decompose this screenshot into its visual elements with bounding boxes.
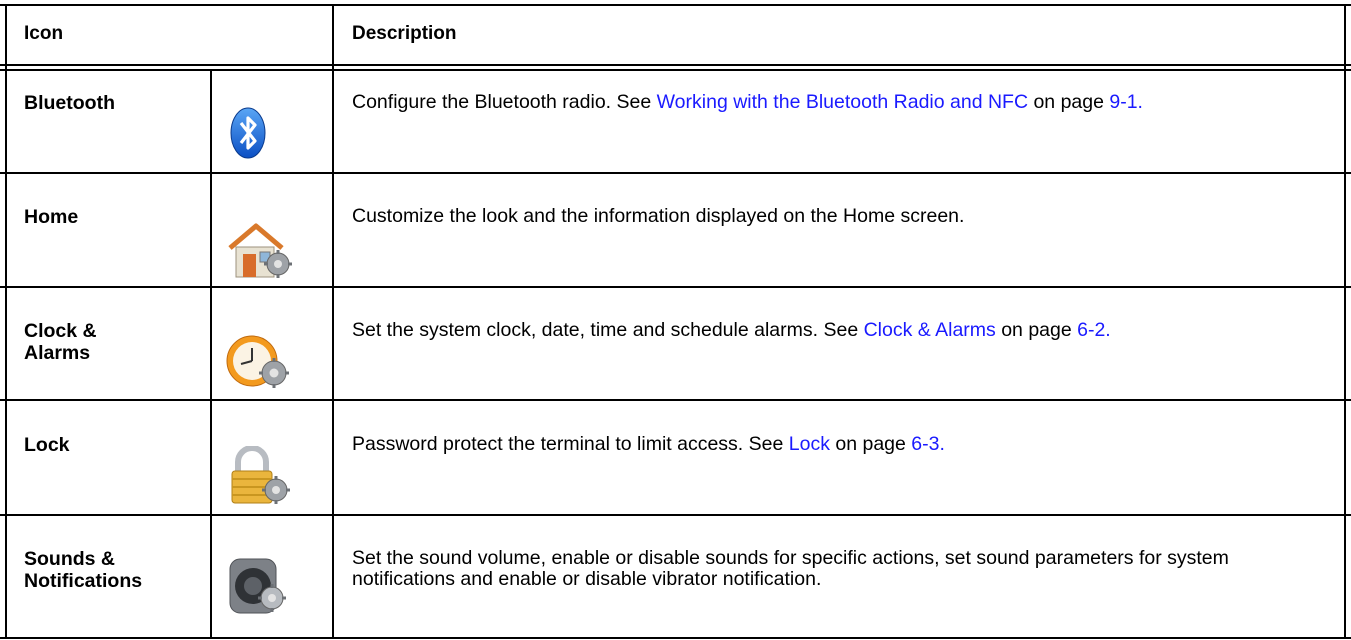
settings-icons-table: Icon Description Bluetooth Configure the… [0,0,1351,640]
speaker-settings-icon [226,556,306,616]
row-description-sounds-notifications: Set the sound volume, enable or disable … [352,547,1229,590]
header-icon: Icon [24,23,64,44]
padlock-settings-icon [226,445,306,506]
table-bottom-border [0,637,1351,639]
row-description-lock: Password protect the terminal to limit a… [352,434,1332,455]
row-name-line: Sounds & [24,548,115,570]
row-description-home: Customize the look and the information d… [352,205,965,227]
row-divider [0,286,1351,288]
link-page-9-1[interactable]: 9-1. [1109,91,1143,113]
table-left-border [5,4,7,638]
row-name-line: Notifications [24,570,143,592]
row-description-bluetooth: Configure the Bluetooth radio. See Worki… [352,92,1332,113]
header-rule-1 [0,64,1351,66]
desc-text: Password protect the terminal to limit a… [352,433,789,455]
table-top-border [0,4,1351,6]
row-name-line: Clock & [24,320,97,342]
desc-text: Configure the Bluetooth radio. See [352,91,657,113]
desc-text: Set the system clock, date, time and sch… [352,319,864,341]
link-bluetooth-radio[interactable]: Working with the Bluetooth Radio and NFC [657,91,1028,113]
row-name-bluetooth: Bluetooth [24,92,115,114]
column-divider [332,4,334,638]
home-settings-icon [226,220,306,280]
table-right-border [1344,4,1346,638]
row-divider [0,399,1351,401]
icon-subcolumn-divider [210,70,212,638]
row-name-sounds-notifications: Sounds & Notifications [24,548,142,592]
row-name-home: Home [24,206,79,228]
header-description: Description [352,23,457,44]
header-rule-2 [0,69,1351,71]
row-name-line: Alarms [24,342,91,364]
link-lock[interactable]: Lock [789,433,830,455]
clock-settings-icon [226,331,306,391]
row-divider [0,514,1351,516]
bluetooth-icon [226,100,306,160]
link-clock-alarms[interactable]: Clock & Alarms [864,319,996,341]
desc-text: on page [829,433,912,455]
desc-text: on page [995,319,1078,341]
link-page-6-2[interactable]: 6-2. [1077,319,1111,341]
row-name-lock: Lock [24,434,70,456]
row-divider [0,172,1351,174]
row-description-clock-alarms: Set the system clock, date, time and sch… [352,320,1332,341]
row-name-clock-alarms: Clock & Alarms [24,320,97,364]
desc-text: on page [1028,91,1110,113]
link-page-6-3[interactable]: 6-3. [911,433,945,455]
